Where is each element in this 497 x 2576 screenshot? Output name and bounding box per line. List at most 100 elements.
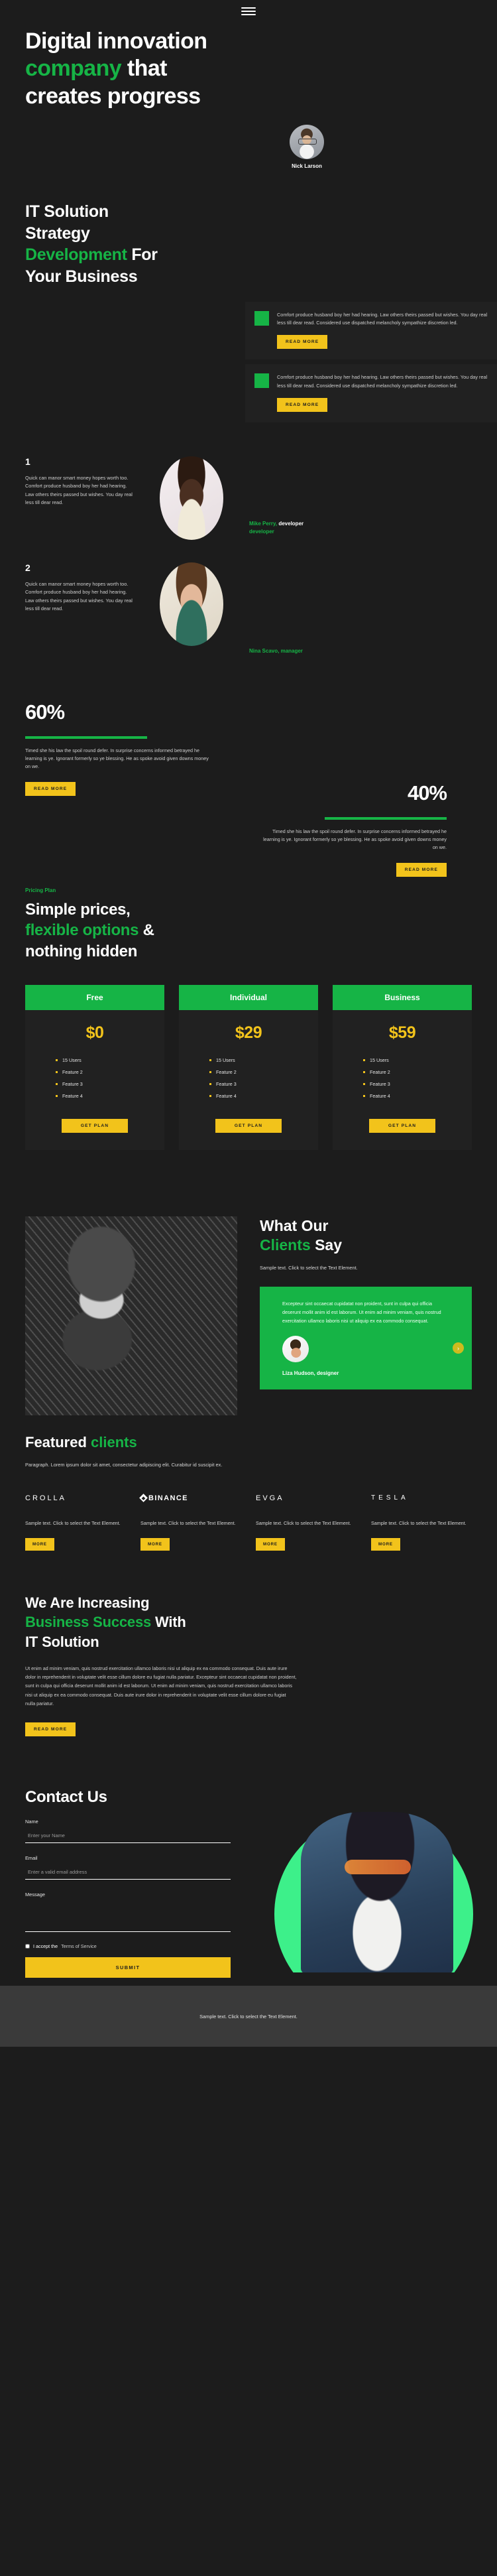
plan-feature: 15 Users [56,1057,164,1063]
plan-feature-list: 15 Users Feature 2 Feature 3 Feature 4 [333,1057,472,1099]
read-more-button[interactable]: READ MORE [25,781,76,796]
plan-feature-list: 15 Users Feature 2 Feature 3 Feature 4 [25,1057,164,1099]
read-more-button[interactable]: READ MORE [396,862,447,877]
terms-checkbox[interactable] [25,1944,30,1949]
pricing-heading-line1: Simple prices, [25,900,131,919]
testimonial-author: Liza Hudson, designer [282,1370,339,1377]
more-button[interactable]: MORE [140,1537,170,1551]
client-text: Sample text. Click to select the Text El… [256,1519,351,1526]
submit-button[interactable]: SUBMIT [25,1957,231,1978]
pricing-plan-individual: Individual $29 15 Users Feature 2 Featur… [179,984,318,1150]
get-plan-button[interactable]: GET PLAN [369,1118,435,1133]
pricing-heading-line2-rest: & [138,921,154,940]
clients-heading: Featured clients [25,1434,472,1451]
top-navigation [0,0,497,19]
evga-logo-icon: EVGA [256,1494,284,1502]
testimonial-card: Excepteur sint occaecat cupidatat non pr… [260,1287,472,1390]
plan-feature: Feature 4 [209,1093,318,1099]
get-plan-button[interactable]: GET PLAN [215,1118,282,1133]
it-heading-accent: Development [25,245,127,265]
pricing-heading: Simple prices, flexible options & nothin… [25,899,472,962]
plan-name: Business [333,984,472,1010]
clients-subtitle: Paragraph. Lorem ipsum dolor sit amet, c… [25,1461,223,1468]
name-input[interactable] [25,1830,231,1844]
plan-name: Individual [179,984,318,1010]
team-member-photo [160,562,223,662]
name-field-group: Name [25,1819,231,1844]
it-solution-cards: Comfort produce husband boy her had hear… [245,302,497,422]
stat-progress-bar [325,816,447,820]
client-item: BINANCE Sample text. Click to select the… [139,1492,241,1551]
team-member-name-accent: Nina Scavo, manager [249,647,303,654]
team-section: 1 Quick can manor smart money hopes wort… [0,427,497,662]
testi-heading-line1: What Our [260,1216,329,1234]
team-member-row: 2 Quick can manor smart money hopes wort… [25,562,472,662]
it-card-text: Comfort produce husband boy her had hear… [277,312,488,326]
testi-heading-line2-rest: Say [310,1236,343,1254]
more-button[interactable]: MORE [256,1537,285,1551]
plan-price: $0 [85,1023,104,1042]
pricing-heading-line3: nothing hidden [25,942,138,960]
tesla-logo-icon: TESLA [371,1494,409,1502]
hero-title-line2-rest: that [121,56,168,82]
landing-page: Digital innovation company that creates … [0,0,497,2047]
client-item: TESLA Sample text. Click to select the T… [371,1492,472,1551]
more-button[interactable]: MORE [25,1537,54,1551]
it-heading-line3-rest: For [127,245,158,265]
read-more-button[interactable]: READ MORE [277,397,328,412]
more-button[interactable]: MORE [371,1537,400,1551]
featured-clients-section: Featured clients Paragraph. Lorem ipsum … [0,1434,497,1551]
team-member-number: 1 [25,456,30,467]
read-more-button[interactable]: READ MORE [277,335,328,350]
client-item: EVGA Sample text. Click to select the Te… [256,1492,357,1551]
contact-person-image [301,1812,453,1973]
read-more-button[interactable]: READ MORE [25,1722,76,1737]
binance-logo-icon: BINANCE [139,1492,241,1505]
team-member-number: 2 [25,562,30,573]
it-heading-line4: Your Business [25,267,138,286]
testimonials-subtitle: Sample text. Click to select the Text El… [260,1265,358,1271]
pricing-eyebrow: Pricing Plan [25,887,56,893]
plan-feature-list: 15 Users Feature 2 Feature 3 Feature 4 [179,1057,318,1099]
team-member-text: Quick can manor smart money hopes worth … [25,474,133,506]
stat-card: 40% Timed she his law the spoil round de… [262,781,447,877]
plan-feature: Feature 4 [56,1093,164,1099]
hamburger-menu-icon[interactable] [241,5,256,17]
message-textarea[interactable] [25,1901,231,1933]
email-field-group: Email [25,1855,231,1880]
avatar [282,1336,309,1363]
hero-title: Digital innovation company that creates … [25,28,472,110]
message-field-group: Message [25,1892,231,1935]
binance-logo-text: BINANCE [148,1494,188,1502]
hero-title-line3: creates progress [25,83,201,109]
message-label: Message [25,1892,45,1898]
business-heading-line3: IT Solution [25,1634,99,1651]
get-plan-button[interactable]: GET PLAN [62,1118,128,1133]
hero-person-name: Nick Larson [292,163,322,170]
stats-section: 60% Timed she his law the spoil round de… [0,669,497,887]
testi-heading-accent: Clients [260,1236,311,1254]
crolla-logo-icon: CROLLA [25,1494,67,1502]
terms-row: I accept the Terms of Service [25,1943,231,1949]
business-heading-line1: We Are Increasing [25,1594,150,1611]
team-member-name-accent: Mike Perry, [249,520,278,527]
email-label: Email [25,1855,38,1862]
avatar [290,125,324,160]
client-logo-grid: CROLLA Sample text. Click to select the … [25,1492,472,1551]
client-item: CROLLA Sample text. Click to select the … [25,1492,126,1551]
plan-feature: Feature 3 [56,1081,164,1087]
client-text: Sample text. Click to select the Text El… [371,1519,467,1526]
email-input[interactable] [25,1866,231,1880]
chevron-right-icon[interactable]: › [453,1342,464,1354]
stat-text: Timed she his law the spoil round defer.… [263,828,447,851]
terms-of-service-link[interactable]: Terms of Service [61,1943,97,1949]
it-card-text: Comfort produce husband boy her had hear… [277,374,488,389]
contact-section: Contact Us Name Email Message I accept t… [0,1773,497,1986]
contact-photo [258,1773,497,1973]
pricing-plan-business: Business $59 15 Users Feature 2 Feature … [333,984,472,1150]
team-member-text: Quick can manor smart money hopes worth … [25,580,133,612]
it-solution-section: IT Solution Strategy Development For You… [0,169,497,422]
business-heading-line2-rest: With [151,1614,186,1631]
team-member-role: developer [277,520,304,527]
plan-price: $59 [388,1023,416,1042]
